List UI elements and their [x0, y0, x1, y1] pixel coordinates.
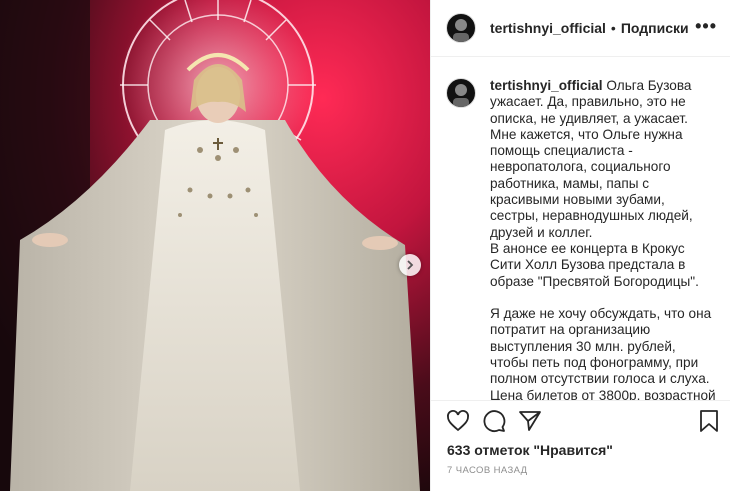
- action-bar: 633 отметок "Нравится" 7 ЧАСОВ НАЗАД: [431, 400, 730, 491]
- caption-body: Ольга Бузова ужасает. Да, правильно, это…: [490, 78, 716, 400]
- caption-text: tertishnyi_official Ольга Бузова ужасает…: [490, 78, 716, 400]
- avatar[interactable]: [446, 13, 476, 43]
- post-timestamp[interactable]: 7 ЧАСОВ НАЗАД: [447, 465, 528, 476]
- likes-count[interactable]: 633 отметок "Нравится": [447, 442, 613, 458]
- share-icon[interactable]: [518, 409, 542, 438]
- post-image: [0, 0, 430, 491]
- comments-section: tertishnyi_official Ольга Бузова ужасает…: [431, 58, 730, 400]
- heart-icon[interactable]: [446, 409, 470, 438]
- post-media: [0, 0, 430, 491]
- comment-icon[interactable]: [482, 409, 506, 438]
- caption: tertishnyi_official Ольга Бузова ужасает…: [431, 58, 730, 400]
- post-panel: tertishnyi_official • Подписки ••• terti…: [430, 0, 730, 491]
- caption-username[interactable]: tertishnyi_official: [490, 78, 603, 93]
- chevron-right-icon: [405, 260, 415, 270]
- more-options-icon[interactable]: •••: [695, 16, 717, 37]
- bookmark-icon[interactable]: [698, 409, 720, 438]
- caption-avatar[interactable]: [446, 78, 476, 108]
- next-image-button[interactable]: [399, 254, 421, 276]
- following-button[interactable]: Подписки: [621, 20, 689, 36]
- post-header: tertishnyi_official • Подписки •••: [431, 0, 730, 57]
- separator-dot: •: [610, 20, 616, 36]
- username-link[interactable]: tertishnyi_official: [490, 20, 606, 36]
